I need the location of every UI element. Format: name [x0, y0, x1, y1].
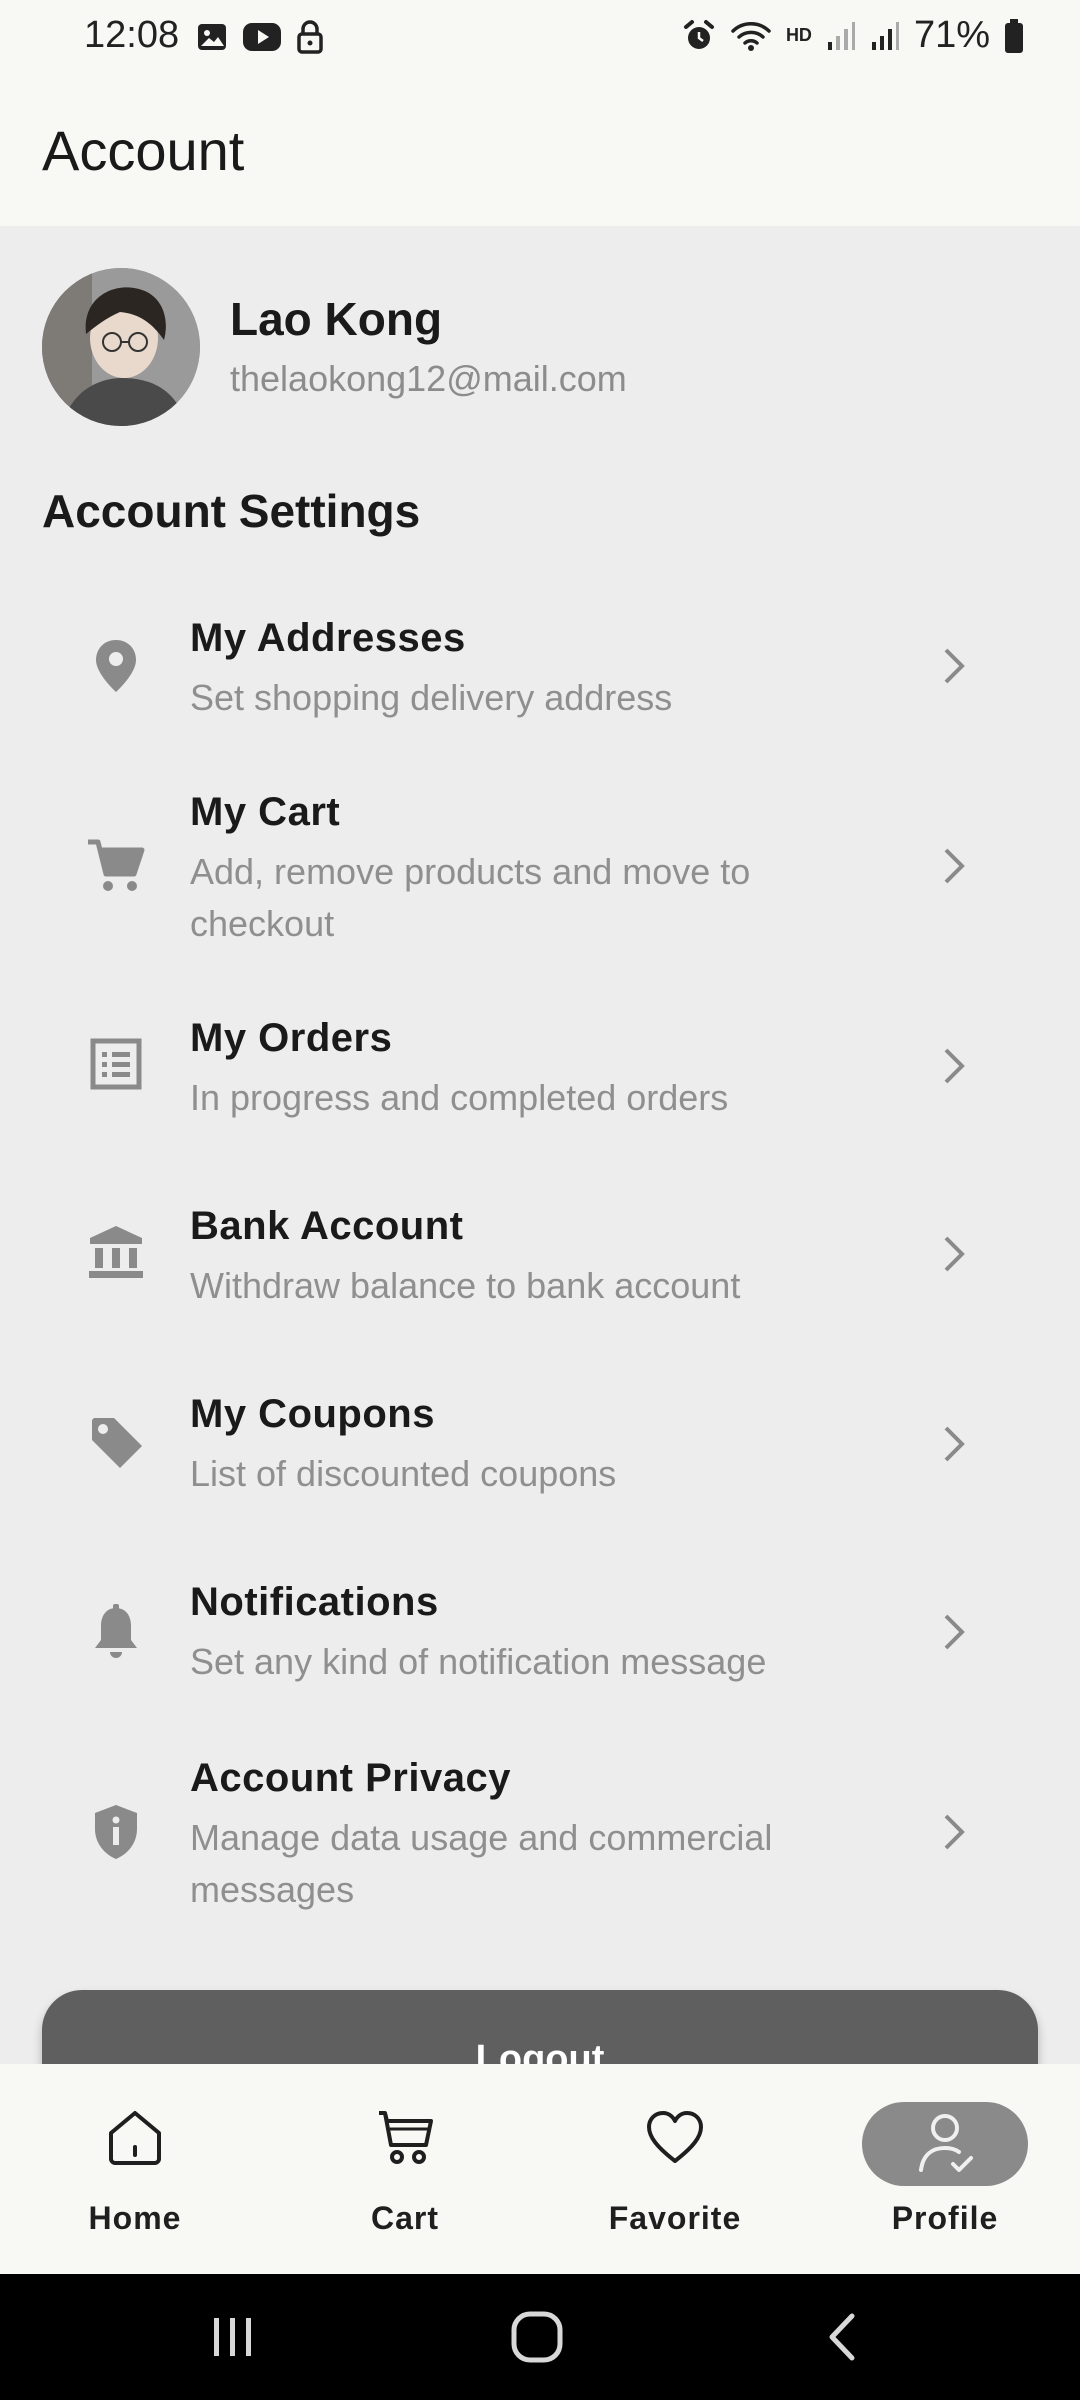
- profile-email: thelaokong12@mail.com: [230, 358, 627, 399]
- chevron-right-icon: [944, 848, 965, 884]
- profile-icon: [895, 2108, 995, 2178]
- settings-item-subtitle: Set any kind of notification message: [190, 1641, 767, 1682]
- battery-icon: [1005, 18, 1023, 53]
- settings-item-subtitle: In progress and completed orders: [190, 1077, 729, 1118]
- settings-item-bank-account[interactable]: Bank Account Withdraw balance to bank ac…: [0, 1192, 1080, 1322]
- settings-item-subtitle: Manage data usage and commercial message…: [190, 1817, 773, 1910]
- home-button-icon[interactable]: [510, 2310, 564, 2364]
- wifi-icon: [731, 21, 771, 51]
- nav-item-favorite[interactable]: Favorite: [540, 2064, 810, 2274]
- settings-item-my-cart[interactable]: My Cart Add, remove products and move to…: [0, 776, 1080, 956]
- signal-icon: [871, 21, 899, 50]
- hd-icon: HD: [785, 25, 812, 45]
- bell-icon: [80, 1596, 152, 1668]
- recent-apps-icon[interactable]: [208, 2314, 258, 2360]
- nav-label: Home: [88, 2200, 182, 2236]
- shield-icon: [80, 1796, 152, 1868]
- home-icon: [85, 2102, 185, 2172]
- app-bar: Account: [0, 76, 1080, 226]
- signal-icon: [827, 21, 855, 50]
- nav-item-profile[interactable]: Profile: [810, 2064, 1080, 2274]
- status-time: 12:08: [84, 14, 180, 56]
- settings-item-subtitle: Withdraw balance to bank account: [190, 1265, 741, 1306]
- youtube-icon: [243, 23, 281, 51]
- settings-item-account-privacy[interactable]: Account Privacy Manage data usage and co…: [0, 1744, 1080, 1924]
- chevron-right-icon: [944, 648, 965, 684]
- bank-icon: [80, 1216, 152, 1288]
- heart-icon: [625, 2102, 725, 2172]
- chevron-right-icon: [944, 1426, 965, 1462]
- chevron-right-icon: [944, 1236, 965, 1272]
- settings-item-my-addresses[interactable]: My Addresses Set shopping delivery addre…: [0, 600, 1080, 730]
- settings-item-subtitle: Set shopping delivery address: [190, 677, 673, 718]
- settings-item-title: My Addresses: [190, 616, 466, 660]
- status-bar: 12:08 HD 71%: [0, 0, 1080, 76]
- battery-percent: 71%: [913, 14, 990, 56]
- avatar-image: [42, 268, 200, 426]
- avatar[interactable]: [42, 268, 200, 426]
- settings-item-subtitle: Add, remove products and move to checkou…: [190, 851, 751, 944]
- settings-item-title: Notifications: [190, 1580, 439, 1624]
- settings-item-notifications[interactable]: Notifications Set any kind of notificati…: [0, 1568, 1080, 1698]
- profile-name: Lao Kong: [230, 293, 443, 345]
- settings-item-title: Bank Account: [190, 1204, 464, 1248]
- settings-item-title: Account Privacy: [190, 1756, 511, 1800]
- chevron-right-icon: [944, 1048, 965, 1084]
- tag-icon: [80, 1406, 152, 1478]
- settings-item-title: My Orders: [190, 1016, 393, 1060]
- image-icon: [198, 24, 226, 50]
- section-title: Account Settings: [42, 485, 421, 537]
- chevron-right-icon: [944, 1614, 965, 1650]
- lock-icon: [297, 20, 323, 54]
- chevron-right-icon: [944, 1814, 965, 1850]
- settings-item-subtitle: List of discounted coupons: [190, 1453, 617, 1494]
- nav-label: Cart: [370, 2200, 439, 2236]
- nav-label: Favorite: [608, 2200, 742, 2236]
- page-title: Account: [42, 119, 245, 182]
- alarm-icon: [683, 19, 714, 49]
- nav-item-cart[interactable]: Cart: [270, 2064, 540, 2274]
- status-left-icons: [196, 20, 324, 54]
- nav-label: Profile: [891, 2200, 999, 2236]
- nav-item-home[interactable]: Home: [0, 2064, 270, 2274]
- system-nav-bar: [0, 2274, 1080, 2400]
- settings-item-my-orders[interactable]: My Orders In progress and completed orde…: [0, 1002, 1080, 1132]
- cart-icon: [355, 2102, 455, 2172]
- cart-icon: [80, 830, 152, 902]
- bottom-nav: Home Cart Favorite Profile: [0, 2064, 1080, 2274]
- settings-item-title: My Cart: [190, 790, 341, 834]
- list-icon: [80, 1028, 152, 1100]
- status-right-icons: HD 71%: [682, 14, 1024, 57]
- back-icon[interactable]: [822, 2312, 862, 2362]
- settings-item-title: My Coupons: [190, 1392, 435, 1436]
- settings-item-my-coupons[interactable]: My Coupons List of discounted coupons: [0, 1380, 1080, 1510]
- location-pin-icon: [80, 630, 152, 702]
